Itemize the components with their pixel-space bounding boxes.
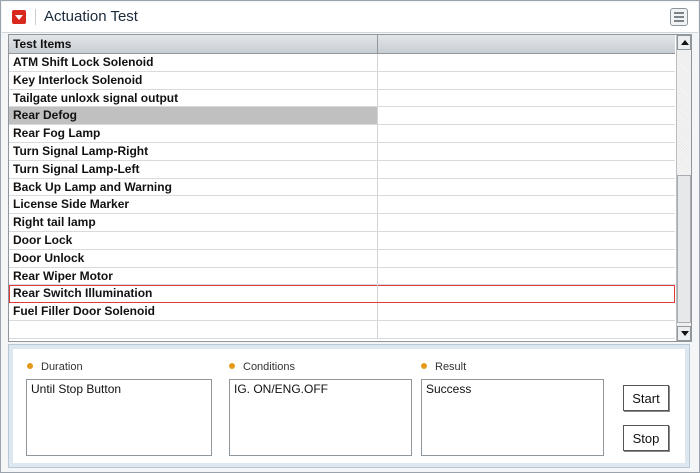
table-row-focused[interactable]: Rear Switch Illumination <box>9 285 675 304</box>
test-control-panel: Duration Until Stop Button Conditions IG… <box>8 344 690 468</box>
bullet-icon <box>421 363 427 370</box>
test-items-table: Test Items ATM Shift Lock Solenoid Key I… <box>8 34 692 342</box>
table-row[interactable]: License Side Marker <box>9 196 675 215</box>
scroll-up-icon[interactable] <box>677 35 691 50</box>
row-label: Fuel Filler Door Solenoid <box>9 303 378 320</box>
table-row[interactable]: Fuel Filler Door Solenoid <box>9 303 675 321</box>
table-row[interactable]: Rear Wiper Motor <box>9 267 675 286</box>
row-label: Door Lock <box>9 231 378 249</box>
stop-button[interactable]: Stop <box>623 425 669 451</box>
row-label: Rear Switch Illumination <box>9 285 378 303</box>
row-label: Tailgate unloxk signal output <box>9 89 378 107</box>
table-row[interactable]: Tailgate unloxk signal output <box>9 89 675 108</box>
row-label: Back Up Lamp and Warning <box>9 178 378 196</box>
table-row[interactable]: Key Interlock Solenoid <box>9 71 675 90</box>
row-label: License Side Marker <box>9 196 378 214</box>
table-row[interactable]: Right tail lamp <box>9 214 675 232</box>
vertical-scrollbar[interactable] <box>676 35 691 341</box>
table-row[interactable] <box>9 320 675 339</box>
menu-icon[interactable] <box>670 8 688 26</box>
table-row[interactable]: Door Lock <box>9 231 675 250</box>
scroll-down-icon[interactable] <box>677 326 691 341</box>
table-body: ATM Shift Lock Solenoid Key Interlock So… <box>9 54 675 339</box>
row-label: Right tail lamp <box>9 214 378 231</box>
row-label: Key Interlock Solenoid <box>9 71 378 89</box>
page-title: Actuation Test <box>44 8 138 25</box>
table-row[interactable]: Door Unlock <box>9 249 675 268</box>
row-label: Turn Signal Lamp-Right <box>9 142 378 160</box>
table-row[interactable]: Turn Signal Lamp-Left <box>9 160 675 179</box>
row-label: Rear Wiper Motor <box>9 267 378 285</box>
conditions-field: IG. ON/ENG.OFF <box>229 379 412 456</box>
table-row[interactable]: Rear Fog Lamp <box>9 125 675 143</box>
row-label: Door Unlock <box>9 249 378 267</box>
result-field: Success <box>421 379 604 456</box>
table-header: Test Items <box>9 35 675 54</box>
scrollbar-thumb[interactable] <box>677 175 691 323</box>
table-row[interactable]: Back Up Lamp and Warning <box>9 178 675 197</box>
table-row-selected[interactable]: Rear Defog <box>9 107 675 126</box>
row-label: Turn Signal Lamp-Left <box>9 160 378 178</box>
row-label: Rear Fog Lamp <box>9 125 378 142</box>
table-row[interactable]: Turn Signal Lamp-Right <box>9 142 675 161</box>
app-window: Actuation Test Test Items ATM Shift Lock… <box>0 0 700 473</box>
row-label: Rear Defog <box>9 107 378 125</box>
row-label: ATM Shift Lock Solenoid <box>9 54 378 71</box>
duration-label: Duration <box>27 361 83 373</box>
table-row[interactable]: ATM Shift Lock Solenoid <box>9 54 675 72</box>
row-label <box>9 320 378 338</box>
bullet-icon <box>27 363 33 370</box>
header-divider <box>35 9 36 25</box>
column-header-test-items[interactable]: Test Items <box>9 35 378 53</box>
collapse-icon[interactable] <box>12 10 26 24</box>
conditions-label: Conditions <box>229 361 295 373</box>
result-label: Result <box>421 361 466 373</box>
duration-field: Until Stop Button <box>26 379 212 456</box>
bullet-icon <box>229 363 235 370</box>
title-bar: Actuation Test <box>2 2 698 33</box>
start-button[interactable]: Start <box>623 385 669 411</box>
